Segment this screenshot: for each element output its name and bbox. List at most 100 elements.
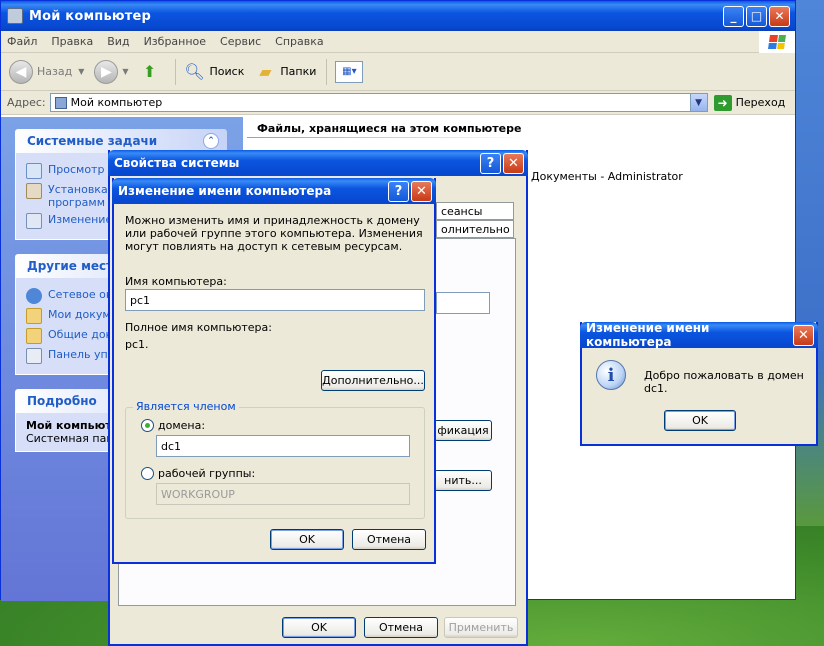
explorer-titlebar[interactable]: Мой компьютер _ □ ✕ <box>1 1 795 31</box>
computer-icon <box>54 96 67 109</box>
button-label: OK <box>311 621 327 634</box>
close-button[interactable]: ✕ <box>411 180 432 202</box>
help-button[interactable]: ? <box>480 152 501 174</box>
description-field[interactable] <box>436 292 490 314</box>
forward-dropdown-icon[interactable]: ▼ <box>122 67 128 76</box>
back-dropdown-icon[interactable]: ▼ <box>78 67 84 76</box>
documents-folder-item[interactable]: Документы - Administrator <box>531 170 683 183</box>
minimize-button[interactable]: _ <box>723 5 744 27</box>
task-label: Изменение <box>48 213 113 226</box>
menu-edit[interactable]: Правка <box>51 35 93 48</box>
tab-advanced[interactable]: олнительно <box>436 220 514 238</box>
apply-button[interactable]: Применить <box>444 617 518 638</box>
folder-icon <box>26 308 42 324</box>
button-label: OK <box>692 414 708 427</box>
go-button[interactable]: Переход <box>736 96 786 109</box>
window-title: Мой компьютер <box>29 8 151 24</box>
info-page-icon <box>26 163 42 179</box>
search-button[interactable]: 🔍︎ Поиск <box>184 61 245 83</box>
menu-bar: Файл Правка Вид Избранное Сервис Справка <box>1 31 795 53</box>
button-label: Отмена <box>366 533 412 546</box>
help-button[interactable]: ? <box>388 180 409 202</box>
forward-arrow-icon: ▶ <box>94 59 119 84</box>
close-button[interactable]: ✕ <box>793 324 814 346</box>
content-heading: Файлы, хранящиеся на этом компьютере <box>257 122 522 135</box>
tab-label: олнительно <box>441 222 510 236</box>
ok-button[interactable]: OK <box>282 617 356 638</box>
domain-input[interactable]: dc1 <box>156 435 410 457</box>
workgroup-radio[interactable] <box>141 467 154 480</box>
welcome-message-box: Изменение имени компьютера ✕ i Добро пож… <box>580 321 818 446</box>
folder-up-icon: ⬆ <box>142 62 157 81</box>
menu-file[interactable]: Файл <box>7 35 37 48</box>
place-label: Панель упр <box>48 348 115 361</box>
menu-favorites[interactable]: Избранное <box>144 35 206 48</box>
workgroup-input[interactable]: WORKGROUP <box>156 483 410 505</box>
go-arrow-icon[interactable]: ➜ <box>713 94 732 111</box>
menu-view[interactable]: Вид <box>107 35 129 48</box>
folder-icon <box>26 328 42 344</box>
programs-icon <box>26 183 42 199</box>
back-button[interactable]: ◀ Назад ▼ <box>9 59 84 84</box>
close-button[interactable]: ✕ <box>503 152 524 174</box>
full-name-label: Полное имя компьютера: <box>125 321 272 334</box>
address-bar: Адрес: Мой компьютер ▼ ➜ Переход <box>1 91 795 115</box>
more-button[interactable]: Дополнительно... <box>321 370 425 391</box>
cancel-button[interactable]: Отмена <box>352 529 426 550</box>
search-icon: 🔍︎ <box>184 62 205 81</box>
welcome-titlebar[interactable]: Изменение имени компьютера ✕ <box>580 321 818 349</box>
toolbar-separator <box>326 58 328 85</box>
forward-button[interactable]: ▶ ▼ <box>94 59 129 84</box>
collapse-chevron-icon[interactable]: ⌃ <box>203 133 219 149</box>
address-dropdown-icon[interactable]: ▼ <box>689 94 707 111</box>
menu-tools[interactable]: Сервис <box>220 35 261 48</box>
address-field[interactable]: Мой компьютер ▼ <box>49 93 708 112</box>
ok-button[interactable]: OK <box>664 410 736 431</box>
back-label: Назад <box>37 65 73 78</box>
tab-label: сеансы <box>441 204 483 218</box>
tab-remote-sessions[interactable]: сеансы <box>436 202 514 220</box>
folders-icon: ▰ <box>259 62 272 81</box>
menu-help[interactable]: Справка <box>275 35 323 48</box>
up-button[interactable]: ⬆ <box>139 61 165 83</box>
system-properties-titlebar[interactable]: Свойства системы ? ✕ <box>108 150 528 176</box>
folders-button[interactable]: ▰ Папки <box>254 61 316 83</box>
task-label-line1: Установка <box>48 183 108 196</box>
button-label: Отмена <box>378 621 424 634</box>
settings-icon <box>26 213 42 229</box>
button-label: OK <box>299 533 315 546</box>
button-label: фикация <box>437 424 489 437</box>
button-label: Дополнительно... <box>322 374 424 387</box>
system-properties-title: Свойства системы <box>114 156 240 170</box>
task-label: Установка программ <box>48 183 108 209</box>
toolbar: ◀ Назад ▼ ▶ ▼ ⬆ 🔍︎ Поиск ▰ Папки ▦▾ <box>1 53 795 91</box>
task-label: Просмотр с <box>48 163 114 176</box>
back-arrow-icon: ◀ <box>9 59 33 84</box>
control-panel-icon <box>26 348 42 364</box>
cancel-button[interactable]: Отмена <box>364 617 438 638</box>
change-button[interactable]: нить... <box>434 470 492 491</box>
place-label: Сетевое ок <box>48 288 113 301</box>
information-icon: i <box>596 360 626 390</box>
views-button[interactable]: ▦▾ <box>335 60 364 83</box>
details-title: Подробно <box>27 394 97 408</box>
toolbar-separator <box>174 58 176 85</box>
full-name-value: pc1. <box>125 338 149 351</box>
search-label: Поиск <box>209 65 245 78</box>
ok-button[interactable]: OK <box>270 529 344 550</box>
welcome-message: Добро пожаловать в домен dc1. <box>644 369 804 395</box>
folders-label: Папки <box>280 65 317 78</box>
computer-name-input[interactable]: pc1 <box>125 289 425 311</box>
close-button[interactable]: ✕ <box>769 5 790 27</box>
address-label: Адрес: <box>7 96 46 109</box>
rename-titlebar[interactable]: Изменение имени компьютера ? ✕ <box>112 178 436 204</box>
rename-intro: Можно изменить имя и принадлежность к до… <box>125 214 423 253</box>
maximize-button[interactable]: □ <box>746 5 767 27</box>
computer-icon <box>7 8 23 24</box>
domain-label: домена: <box>158 419 206 432</box>
identify-button[interactable]: фикация <box>434 420 492 441</box>
domain-radio[interactable] <box>141 419 154 432</box>
workgroup-label: рабочей группы: <box>158 467 256 480</box>
member-of-label: Является членом <box>133 400 239 413</box>
place-label: Мои докум <box>48 308 111 321</box>
